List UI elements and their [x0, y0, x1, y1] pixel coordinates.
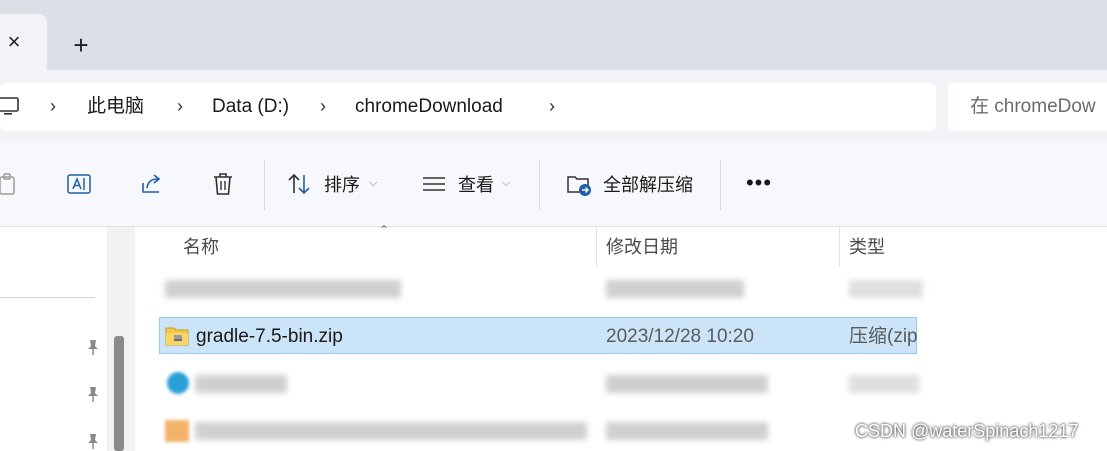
extract-all-icon[interactable] — [566, 171, 592, 197]
delete-icon[interactable] — [210, 171, 236, 197]
sort-dropdown-chevron-icon[interactable]: ⌵ — [369, 176, 381, 190]
command-separator — [264, 160, 265, 210]
breadcrumb-item-data-drive[interactable]: Data (D:) — [212, 95, 289, 119]
view-dropdown-chevron-icon[interactable]: ⌵ — [502, 176, 514, 190]
pin-icon[interactable] — [84, 385, 102, 403]
computer-icon[interactable] — [0, 95, 22, 117]
app-icon — [167, 372, 189, 394]
search-input[interactable]: 在 chromeDow — [948, 83, 1107, 131]
more-options-button[interactable]: ••• — [744, 170, 774, 198]
nav-divider — [0, 297, 95, 298]
redacted-file-name — [165, 280, 401, 298]
command-separator — [539, 160, 540, 210]
rename-icon[interactable] — [66, 171, 92, 197]
column-divider[interactable] — [839, 227, 840, 267]
view-button[interactable]: 查看 — [458, 173, 494, 197]
tab-close-button[interactable]: × — [2, 30, 26, 54]
breadcrumb-separator[interactable]: › — [316, 95, 330, 117]
tab-strip — [0, 0, 1107, 70]
redacted-file-date — [606, 375, 768, 393]
redacted-file-name — [195, 422, 587, 440]
redacted-file-date — [606, 422, 768, 440]
redacted-file-date — [606, 280, 744, 298]
column-header-name[interactable]: 名称 — [183, 235, 219, 259]
command-bar — [0, 142, 1107, 227]
pin-icon[interactable] — [84, 432, 102, 450]
breadcrumb-separator[interactable]: › — [173, 95, 187, 117]
share-icon[interactable] — [139, 171, 165, 197]
column-header-type[interactable]: 类型 — [849, 235, 885, 259]
file-icon — [165, 420, 189, 442]
nav-scrollbar[interactable] — [114, 336, 124, 451]
paste-icon[interactable] — [0, 171, 22, 197]
file-modified-date: 2023/12/28 10:20 — [606, 326, 754, 347]
breadcrumb-item-this-pc[interactable]: 此电脑 — [87, 95, 144, 119]
view-icon[interactable] — [421, 171, 447, 197]
file-type: 压缩(zip — [849, 326, 917, 347]
breadcrumb-item-chromedownload[interactable]: chromeDownload — [355, 95, 503, 119]
details-area — [945, 227, 1107, 451]
column-divider[interactable] — [596, 227, 597, 267]
sort-icon[interactable] — [286, 171, 312, 197]
file-name[interactable]: gradle-7.5-bin.zip — [196, 325, 343, 349]
redacted-file-type — [849, 280, 923, 298]
breadcrumb-separator[interactable]: › — [545, 95, 559, 117]
new-tab-button[interactable]: + — [68, 32, 94, 58]
sort-button[interactable]: 排序 — [324, 173, 360, 197]
pin-icon[interactable] — [84, 338, 102, 356]
breadcrumb-separator[interactable]: › — [46, 95, 60, 117]
redacted-file-type — [849, 375, 919, 393]
sort-ascending-icon: ⌃ — [378, 223, 390, 237]
watermark-text: CSDN @waterSpinach1217 — [855, 421, 1079, 441]
redacted-file-name — [195, 375, 287, 393]
command-separator — [720, 160, 721, 210]
extract-all-button[interactable]: 全部解压缩 — [603, 173, 693, 197]
search-placeholder: 在 chromeDow — [970, 96, 1096, 117]
zip-folder-icon — [165, 327, 189, 346]
column-header-date[interactable]: 修改日期 — [606, 235, 678, 259]
